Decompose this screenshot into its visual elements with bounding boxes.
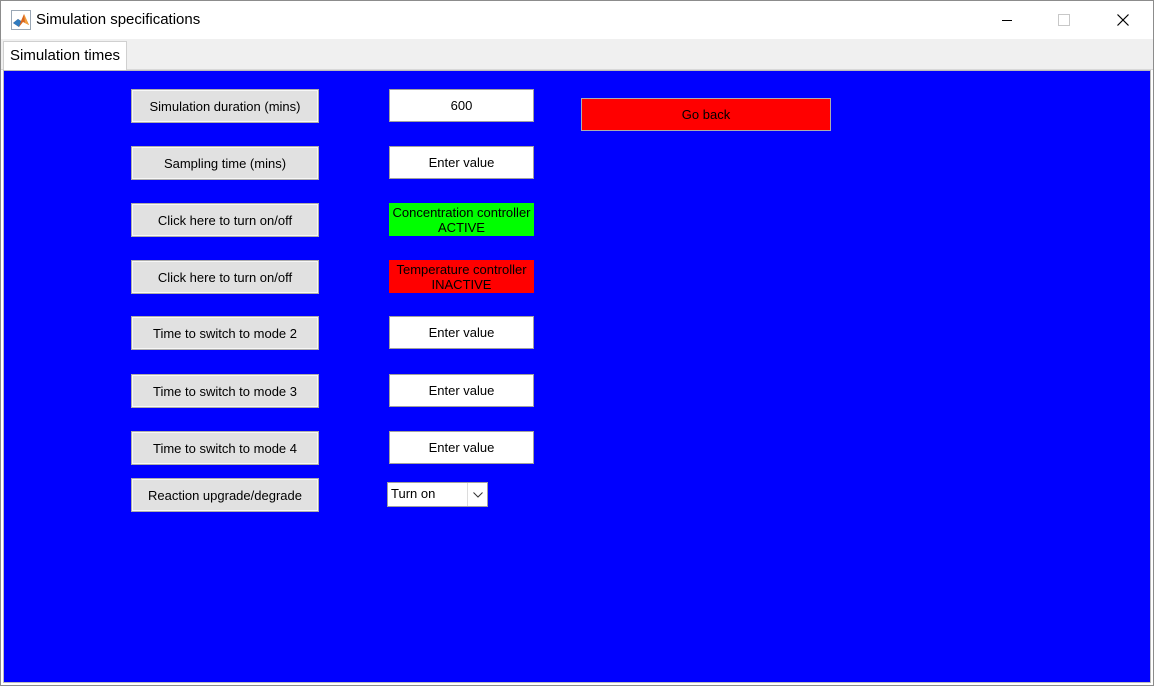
app-window: Simulation specifications Simulation tim… [0,0,1154,686]
close-button[interactable] [1100,1,1146,39]
reaction-mode-select-value: Turn on [391,486,436,501]
temperature-status-name: Temperature controller [396,261,527,277]
reaction-mode-select[interactable]: Turn on [387,482,488,507]
concentration-toggle-button[interactable]: Click here to turn on/off [131,203,319,237]
reaction-upgrade-degrade-button[interactable]: Reaction upgrade/degrade [131,478,319,512]
mode-2-button[interactable]: Time to switch to mode 2 [131,316,319,350]
concentration-status-name: Concentration controller [392,204,531,220]
simulation-duration-input[interactable]: 600 [389,89,534,122]
maximize-button[interactable] [1041,1,1087,39]
go-back-button[interactable]: Go back [581,98,831,131]
temperature-toggle-button[interactable]: Click here to turn on/off [131,260,319,294]
temperature-controller-status: Temperature controller INACTIVE [389,260,534,293]
temperature-status-state: INACTIVE [431,276,492,292]
chevron-down-icon[interactable] [467,483,487,506]
close-icon [1117,14,1129,26]
concentration-controller-status: Concentration controller ACTIVE [389,203,534,236]
mode-3-input[interactable]: Enter value [389,374,534,407]
sampling-time-button[interactable]: Sampling time (mins) [131,146,319,180]
title-bar: Simulation specifications [1,1,1153,39]
simulation-duration-button[interactable]: Simulation duration (mins) [131,89,319,123]
minimize-button[interactable] [984,1,1030,39]
mode-3-button[interactable]: Time to switch to mode 3 [131,374,319,408]
window-title: Simulation specifications [36,11,201,28]
mode-4-input[interactable]: Enter value [389,431,534,464]
simulation-times-panel: Simulation duration (mins) 600 Sampling … [3,70,1151,683]
tab-simulation-times[interactable]: Simulation times [3,41,128,70]
minimize-icon [1002,20,1012,21]
concentration-status-state: ACTIVE [438,219,485,235]
tab-strip: Simulation times [1,39,1153,70]
sampling-time-input[interactable]: Enter value [389,146,534,179]
mode-2-input[interactable]: Enter value [389,316,534,349]
matlab-icon [11,10,31,30]
maximize-icon [1058,14,1070,26]
mode-4-button[interactable]: Time to switch to mode 4 [131,431,319,465]
